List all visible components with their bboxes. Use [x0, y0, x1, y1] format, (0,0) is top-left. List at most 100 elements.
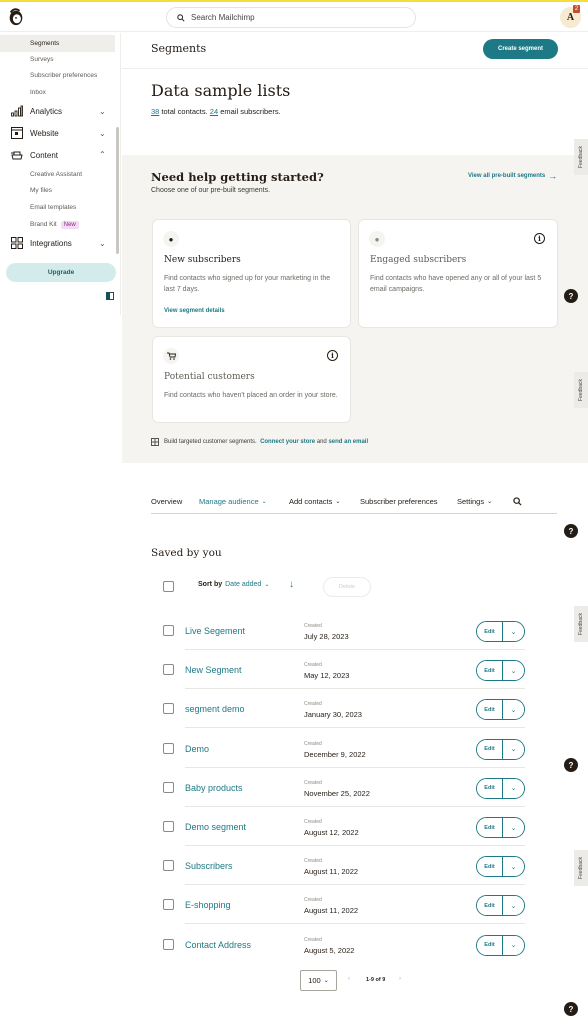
sidebar-item-brand-kit[interactable]: Brand Kit New	[0, 216, 115, 233]
card-potential-customers[interactable]: i Potential customers Find contacts who …	[152, 336, 351, 423]
segment-name-link[interactable]: Demo segment	[185, 822, 246, 832]
feedback-tab[interactable]: Feedback	[574, 372, 588, 408]
sort-dropdown[interactable]: Sort by Date added ⌄	[198, 581, 269, 588]
more-actions-chevron-icon[interactable]: ⌄	[503, 818, 524, 837]
feedback-tab[interactable]: Feedback	[574, 139, 588, 175]
audience-name: Data sample lists	[151, 81, 291, 100]
sidebar-item-content[interactable]: Content ⌃	[0, 144, 115, 166]
segment-name-link[interactable]: Subscribers	[185, 861, 233, 871]
edit-button[interactable]: Edit	[477, 857, 503, 877]
per-page-select[interactable]: 100 ⌄	[300, 970, 337, 991]
created-label: Created	[304, 858, 322, 865]
edit-button[interactable]: Edit	[477, 739, 503, 759]
tab-subscriber-preferences[interactable]: Subscriber preferences	[360, 497, 438, 506]
next-page-icon[interactable]: ›	[399, 976, 401, 982]
sidebar-item-label: Segments	[30, 40, 60, 47]
tab-overview[interactable]: Overview	[151, 497, 182, 506]
tab-add-contacts[interactable]: Add contacts ⌄	[289, 497, 340, 506]
sidebar-item-segments[interactable]: Segments	[0, 35, 115, 52]
row-checkbox[interactable]	[163, 821, 174, 832]
row-checkbox[interactable]	[163, 938, 174, 950]
help-button[interactable]: ?	[564, 1002, 578, 1016]
row-checkbox[interactable]	[163, 781, 174, 793]
create-segment-button[interactable]: Create segment	[483, 39, 558, 59]
created-date: August 11, 2022	[304, 906, 359, 916]
sidebar-scrollbar[interactable]	[116, 127, 119, 254]
edit-button[interactable]: Edit	[477, 935, 503, 955]
sidebar-item-subscriber-preferences[interactable]: Subscriber preferences	[0, 67, 115, 84]
segment-row: Baby products Created November 25, 2022 Edi…	[151, 768, 525, 807]
sidebar-item-creative-assistant[interactable]: Creative Assistant	[0, 166, 115, 183]
help-button[interactable]: ?	[564, 758, 578, 772]
segment-name-link[interactable]: E-shopping	[185, 900, 231, 910]
mailchimp-logo-icon[interactable]	[7, 7, 25, 27]
feedback-tab[interactable]: Feedback	[574, 606, 588, 642]
help-button[interactable]: ?	[564, 524, 578, 538]
email-subscribers-link[interactable]: 24	[210, 107, 218, 116]
tab-manage-audience[interactable]: Manage audience ⌄	[199, 497, 267, 506]
more-actions-chevron-icon[interactable]: ⌄	[503, 700, 524, 720]
segment-name-link[interactable]: Baby products	[185, 783, 243, 793]
more-actions-chevron-icon[interactable]: ⌄	[503, 935, 524, 955]
collapse-sidebar-icon[interactable]	[106, 292, 114, 300]
segment-name-link[interactable]: Contact Address	[185, 940, 251, 950]
row-checkbox[interactable]	[163, 703, 174, 715]
chevron-down-icon: ⌄	[487, 499, 493, 505]
row-checkbox[interactable]	[163, 625, 174, 636]
row-checkbox[interactable]	[163, 899, 174, 911]
more-actions-chevron-icon[interactable]: ⌄	[503, 622, 524, 641]
connect-store-link[interactable]: Connect your store	[260, 439, 315, 445]
sidebar-item-label: Brand Kit	[30, 221, 57, 228]
build-segments-note: Build targeted customer segments. Connec…	[151, 438, 368, 446]
more-actions-chevron-icon[interactable]: ⌄	[503, 857, 524, 877]
info-icon[interactable]: i	[327, 350, 338, 361]
and-text: and	[315, 439, 329, 445]
sidebar-item-inbox[interactable]: Inbox	[0, 84, 115, 101]
upgrade-button[interactable]: Upgrade	[6, 263, 116, 282]
sidebar-item-label: Surveys	[30, 56, 54, 63]
sidebar-item-integrations[interactable]: Integrations ⌄	[0, 232, 115, 254]
edit-button[interactable]: Edit	[477, 661, 503, 681]
edit-button[interactable]: Edit	[477, 778, 503, 798]
edit-button[interactable]: Edit	[477, 896, 503, 916]
info-icon[interactable]: i	[534, 233, 545, 244]
more-actions-chevron-icon[interactable]: ⌄	[503, 661, 524, 681]
feedback-tab[interactable]: Feedback	[574, 850, 588, 886]
segment-name-link[interactable]: Live Segement	[185, 626, 245, 636]
edit-button[interactable]: Edit	[477, 700, 503, 720]
select-all-checkbox[interactable]	[163, 581, 174, 592]
card-new-subscribers[interactable]: ● New subscribers Find contacts who sign…	[152, 219, 351, 328]
card-engaged-subscribers[interactable]: ● i Engaged subscribers Find contacts wh…	[358, 219, 558, 328]
segment-row: New Segment Created May 12, 2023 Edit ⌄	[151, 650, 525, 690]
view-all-prebuilt-link[interactable]: View all pre-built segments →	[468, 171, 557, 181]
delete-button[interactable]: Delete	[323, 577, 371, 597]
more-actions-chevron-icon[interactable]: ⌄	[503, 896, 524, 916]
total-contacts-label: total contacts.	[159, 107, 210, 116]
sidebar-item-email-templates[interactable]: Email templates	[0, 199, 115, 216]
sidebar-item-label: Inbox	[30, 89, 46, 96]
segment-name-link[interactable]: segment demo	[185, 704, 245, 714]
send-email-link[interactable]: send an email	[328, 439, 368, 445]
view-segment-details-link[interactable]: View segment details	[164, 308, 225, 314]
search-input[interactable]: Search Mailchimp	[166, 7, 416, 28]
segment-name-link[interactable]: Demo	[185, 744, 209, 754]
search-icon[interactable]	[513, 497, 522, 506]
more-actions-chevron-icon[interactable]: ⌄	[503, 778, 524, 798]
previous-page-icon[interactable]: ‹	[348, 976, 350, 982]
sidebar-item-analytics[interactable]: Analytics ⌄	[0, 100, 115, 122]
sidebar-item-surveys[interactable]: Surveys	[0, 51, 115, 68]
row-checkbox[interactable]	[163, 860, 174, 872]
edit-button[interactable]: Edit	[477, 818, 503, 837]
sidebar-item-website[interactable]: Website ⌄	[0, 122, 115, 144]
help-button[interactable]: ?	[564, 289, 578, 303]
row-checkbox[interactable]	[163, 742, 174, 754]
sidebar-item-my-files[interactable]: My files	[0, 182, 115, 199]
tab-settings[interactable]: Settings ⌄	[457, 497, 492, 506]
edit-button[interactable]: Edit	[477, 622, 503, 641]
page-range: 1-9 of 9	[366, 977, 386, 983]
more-actions-chevron-icon[interactable]: ⌄	[503, 739, 524, 759]
sort-direction-arrow-icon[interactable]: ↓	[289, 579, 294, 590]
row-checkbox[interactable]	[163, 664, 174, 676]
segment-name-link[interactable]: New Segment	[185, 665, 242, 675]
chevron-down-icon: ⌄	[261, 499, 267, 505]
